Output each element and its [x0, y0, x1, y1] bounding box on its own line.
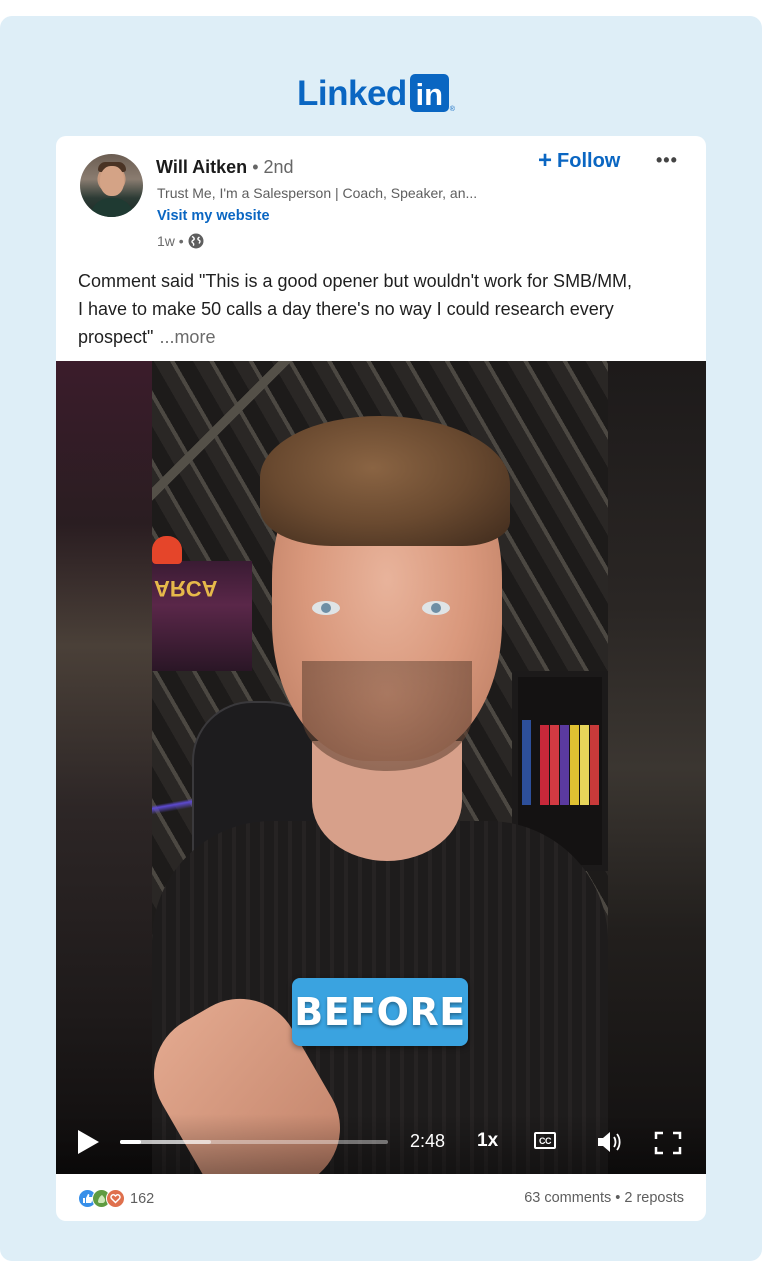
globe-icon [188, 233, 204, 249]
linkedin-logo: Linked in ® [297, 71, 455, 115]
video-controls: 2:48 1x CC [56, 1114, 706, 1174]
ghost-figure [152, 536, 182, 564]
follow-label: Follow [557, 150, 621, 172]
play-icon[interactable] [78, 1130, 99, 1154]
author-name[interactable]: Will Aitken • 2nd [156, 157, 294, 178]
connection-degree: • 2nd [247, 157, 294, 177]
progress-played [120, 1140, 142, 1144]
arcade-cabinet: ARCA [152, 561, 252, 671]
see-more-link[interactable]: ...more [159, 327, 215, 347]
logo-in-box: in [409, 74, 449, 112]
social-counts-bar: 162 63 comments • 2 reposts [56, 1174, 706, 1221]
post-timestamp: 1w • [157, 233, 204, 249]
left-eye [312, 601, 340, 615]
visit-website-link[interactable]: Visit my website [157, 208, 270, 224]
video-caption-badge: BEFORE [292, 978, 468, 1046]
caption-text: BEFORE [294, 990, 466, 1034]
comments-reposts-count[interactable]: 63 comments • 2 reposts [524, 1190, 684, 1206]
video-frame: ARCA [132, 361, 608, 1174]
logo-wordmark: Linked [297, 73, 407, 113]
logo-registered-mark: ® [449, 106, 455, 113]
post-time-text: 1w • [157, 233, 184, 249]
time-remaining: 2:48 [410, 1131, 446, 1151]
post-card: Will Aitken • 2nd Trust Me, I'm a Salesp… [56, 136, 706, 1221]
video-blur-right [608, 361, 706, 1174]
person-hair [260, 416, 510, 546]
reactions-summary[interactable]: 162 [78, 1189, 154, 1208]
plus-icon: + [538, 146, 553, 174]
love-icon [106, 1189, 125, 1208]
right-eye [422, 601, 450, 615]
video-blur-left [56, 361, 152, 1174]
post-text: Comment said "This is a good opener but … [78, 267, 638, 351]
more-options-button[interactable]: ••• [656, 150, 678, 171]
volume-icon[interactable] [596, 1130, 626, 1154]
closed-captions-button[interactable]: CC [534, 1132, 556, 1149]
author-avatar[interactable] [80, 154, 143, 217]
arcade-sign: ARCA [154, 576, 218, 601]
follow-button[interactable]: + Follow [538, 146, 621, 174]
playback-speed-button[interactable]: 1x [477, 1130, 498, 1152]
video-player[interactable]: ARCA BEFORE 2:48 1x CC [56, 361, 706, 1174]
author-headline: Trust Me, I'm a Salesperson | Coach, Spe… [157, 185, 478, 201]
fullscreen-icon[interactable] [654, 1131, 682, 1155]
author-name-text[interactable]: Will Aitken [156, 157, 247, 177]
reaction-count[interactable]: 162 [130, 1191, 154, 1207]
progress-bar[interactable] [120, 1140, 388, 1144]
